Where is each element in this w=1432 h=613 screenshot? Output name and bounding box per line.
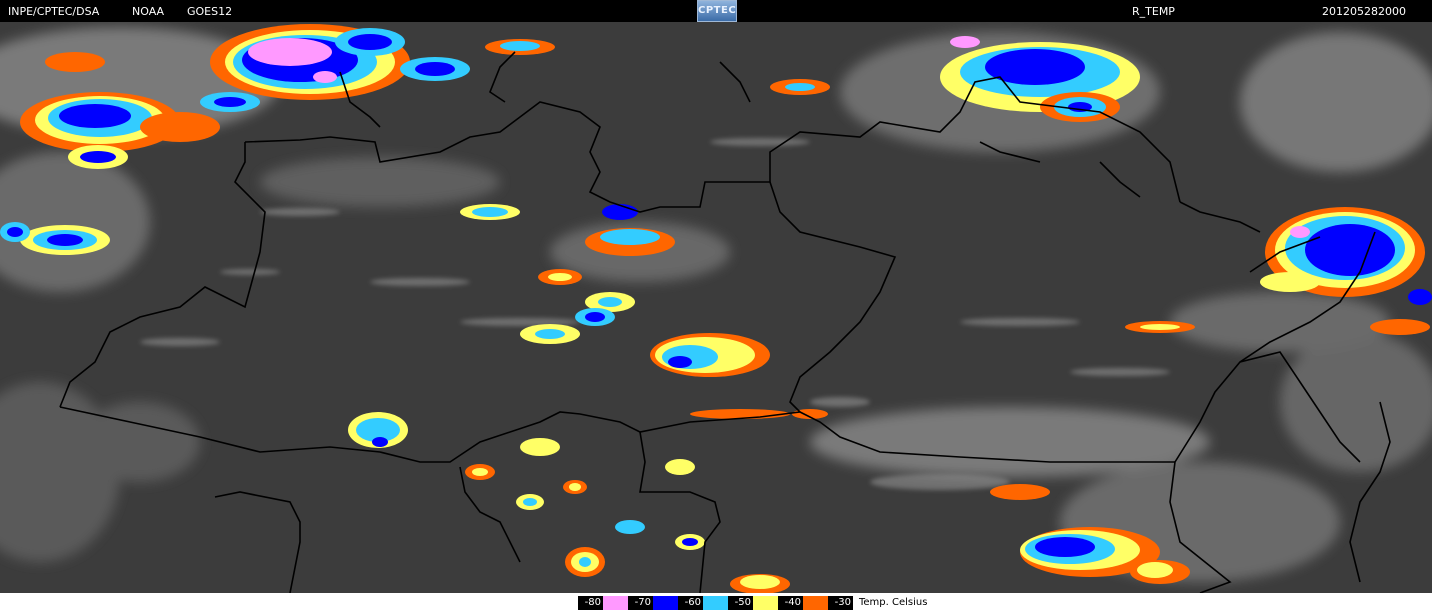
legend-color-swatch <box>603 596 628 610</box>
legend-color-swatch <box>653 596 678 610</box>
product-label: R_TEMP <box>1132 5 1175 18</box>
legend-value-label: -30 <box>828 596 853 610</box>
provider-label: NOAA <box>132 5 165 18</box>
legend-value-label: -60 <box>678 596 703 610</box>
temperature-legend: -80 -70 -60 -50 -40 -30 Temp. Celsius <box>0 593 1432 613</box>
datetime-label: 201205282000 <box>1322 5 1406 18</box>
legend-color-swatch <box>803 596 828 610</box>
legend-color-swatch <box>703 596 728 610</box>
legend-unit-label: Temp. Celsius <box>859 597 928 608</box>
satellite-label: GOES12 <box>187 5 233 18</box>
legend-value-label: -40 <box>778 596 803 610</box>
legend-value-label: -80 <box>578 596 603 610</box>
header-bar: INPE/CPTEC/DSA NOAA GOES12 CPTEC R_TEMP … <box>0 0 1432 22</box>
cptec-logo: CPTEC <box>697 0 737 22</box>
satellite-map-svg <box>0 22 1432 593</box>
legend-value-label: -70 <box>628 596 653 610</box>
satellite-image <box>0 22 1432 593</box>
legend-color-swatch <box>753 596 778 610</box>
legend-value-label: -50 <box>728 596 753 610</box>
agency-label: INPE/CPTEC/DSA <box>8 5 100 18</box>
